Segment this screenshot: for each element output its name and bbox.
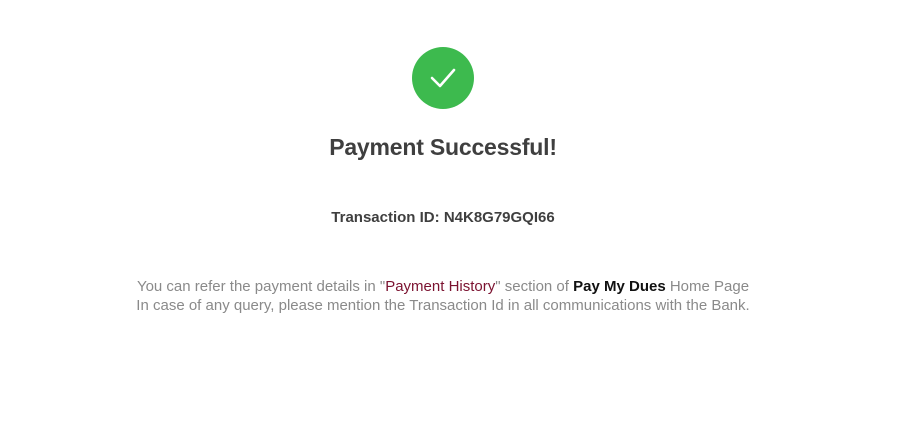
check-icon [430, 68, 456, 88]
transaction-id-row: Transaction ID: N4K8G79GQI66 [0, 209, 886, 226]
payment-history-link[interactable]: Payment History [385, 278, 495, 295]
brand-name: Pay My Dues [573, 278, 666, 295]
info-line-2: In case of any query, please mention the… [136, 297, 750, 314]
info-line-1-suffix: Home Page [665, 278, 750, 295]
info-line-1-mid: " section of [495, 278, 574, 295]
success-badge [412, 47, 474, 109]
info-line-1-prefix: You can refer the payment details in " [136, 278, 386, 295]
info-text: You can refer the payment details in "Pa… [0, 277, 886, 315]
transaction-id-value: N4K8G79GQI66 [443, 209, 555, 226]
info-line-1: You can refer the payment details in "Pa… [0, 277, 886, 296]
transaction-id-label: Transaction ID: [331, 209, 440, 226]
page-title: Payment Successful! [329, 134, 557, 160]
